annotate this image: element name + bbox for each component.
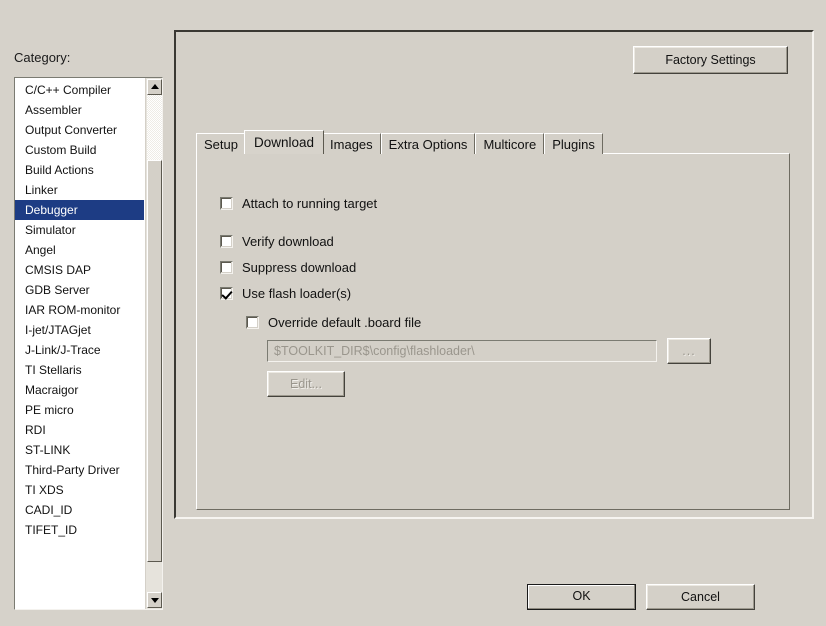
category-item[interactable]: ST-LINK <box>15 440 144 460</box>
use-flash-loaders-label: Use flash loader(s) <box>242 286 352 301</box>
use-flash-loaders-checkbox[interactable] <box>220 287 233 300</box>
options-panel: Factory Settings Setup Download Images Extr… <box>174 30 814 519</box>
category-item[interactable]: GDB Server <box>15 280 144 300</box>
category-item[interactable]: Linker <box>15 180 144 200</box>
category-list[interactable]: C/C++ Compiler Assembler Output Converter C… <box>15 80 144 609</box>
tab-plugins[interactable]: Plugins <box>544 133 603 154</box>
category-item[interactable]: J-Link/J-Trace <box>15 340 144 360</box>
category-item[interactable]: Assembler <box>15 100 144 120</box>
checkbox-row-use-flash-loaders[interactable]: Use flash loader(s) <box>220 286 351 301</box>
tab-extra-options[interactable]: Extra Options <box>380 133 476 154</box>
tab-download[interactable]: Download <box>243 130 325 154</box>
category-item[interactable]: TI Stellaris <box>15 360 144 380</box>
category-item[interactable]: IAR ROM-monitor <box>15 300 144 320</box>
suppress-download-label: Suppress download <box>242 260 357 275</box>
category-scrollbar[interactable] <box>145 78 162 609</box>
scrollbar-down-button[interactable] <box>147 592 162 608</box>
checkbox-row-override-default-board-file[interactable]: Override default .board file <box>246 315 421 330</box>
scrollbar-thumb[interactable] <box>147 160 162 562</box>
triangle-down-icon <box>150 598 159 603</box>
factory-settings-button[interactable]: Factory Settings <box>633 46 788 74</box>
category-item[interactable]: Angel <box>15 240 144 260</box>
category-item-selected[interactable]: Debugger <box>15 200 144 220</box>
category-item[interactable]: TIFET_ID <box>15 520 144 540</box>
triangle-up-icon <box>150 84 159 89</box>
scrollbar-track-upper[interactable] <box>147 95 162 160</box>
category-item[interactable]: Custom Build <box>15 140 144 160</box>
cancel-button[interactable]: Cancel <box>646 584 755 610</box>
category-item[interactable]: CADI_ID <box>15 500 144 520</box>
category-item[interactable]: Third-Party Driver <box>15 460 144 480</box>
tab-multicore[interactable]: Multicore <box>475 133 545 154</box>
category-label: Category: <box>14 50 71 65</box>
category-item[interactable]: Macraigor <box>15 380 144 400</box>
ok-button[interactable]: OK <box>527 584 636 610</box>
verify-download-label: Verify download <box>242 234 334 249</box>
category-item[interactable]: C/C++ Compiler <box>15 80 144 100</box>
edit-board-file-button[interactable]: Edit... <box>267 371 345 397</box>
checkbox-row-verify-download[interactable]: Verify download <box>220 234 334 249</box>
category-item[interactable]: Output Converter <box>15 120 144 140</box>
category-listbox[interactable]: C/C++ Compiler Assembler Output Converter C… <box>14 77 163 610</box>
checkbox-row-suppress-download[interactable]: Suppress download <box>220 260 356 275</box>
tab-content-download: Attach to running target Verify download… <box>196 153 790 510</box>
tab-setup[interactable]: Setup <box>196 133 246 154</box>
category-item[interactable]: I-jet/JTAGjet <box>15 320 144 340</box>
suppress-download-checkbox[interactable] <box>220 261 233 274</box>
board-file-path-input[interactable]: $TOOLKIT_DIR$\config\flashloader\ <box>267 340 657 362</box>
attach-to-running-target-checkbox[interactable] <box>220 197 233 210</box>
category-item[interactable]: Build Actions <box>15 160 144 180</box>
browse-board-file-button[interactable]: ... <box>667 338 711 364</box>
override-default-board-file-label: Override default .board file <box>268 315 422 330</box>
category-item[interactable]: TI XDS <box>15 480 144 500</box>
tab-images[interactable]: Images <box>322 133 381 154</box>
category-item[interactable]: Simulator <box>15 220 144 240</box>
scrollbar-up-button[interactable] <box>147 79 162 95</box>
category-item[interactable]: CMSIS DAP <box>15 260 144 280</box>
override-default-board-file-checkbox[interactable] <box>246 316 259 329</box>
verify-download-checkbox[interactable] <box>220 235 233 248</box>
category-item[interactable]: RDI <box>15 420 144 440</box>
category-item[interactable]: PE micro <box>15 400 144 420</box>
checkbox-row-attach-to-running-target[interactable]: Attach to running target <box>220 196 377 211</box>
attach-to-running-target-label: Attach to running target <box>242 196 378 211</box>
tab-strip[interactable]: Setup Download Images Extra Options Multicor… <box>196 130 603 154</box>
